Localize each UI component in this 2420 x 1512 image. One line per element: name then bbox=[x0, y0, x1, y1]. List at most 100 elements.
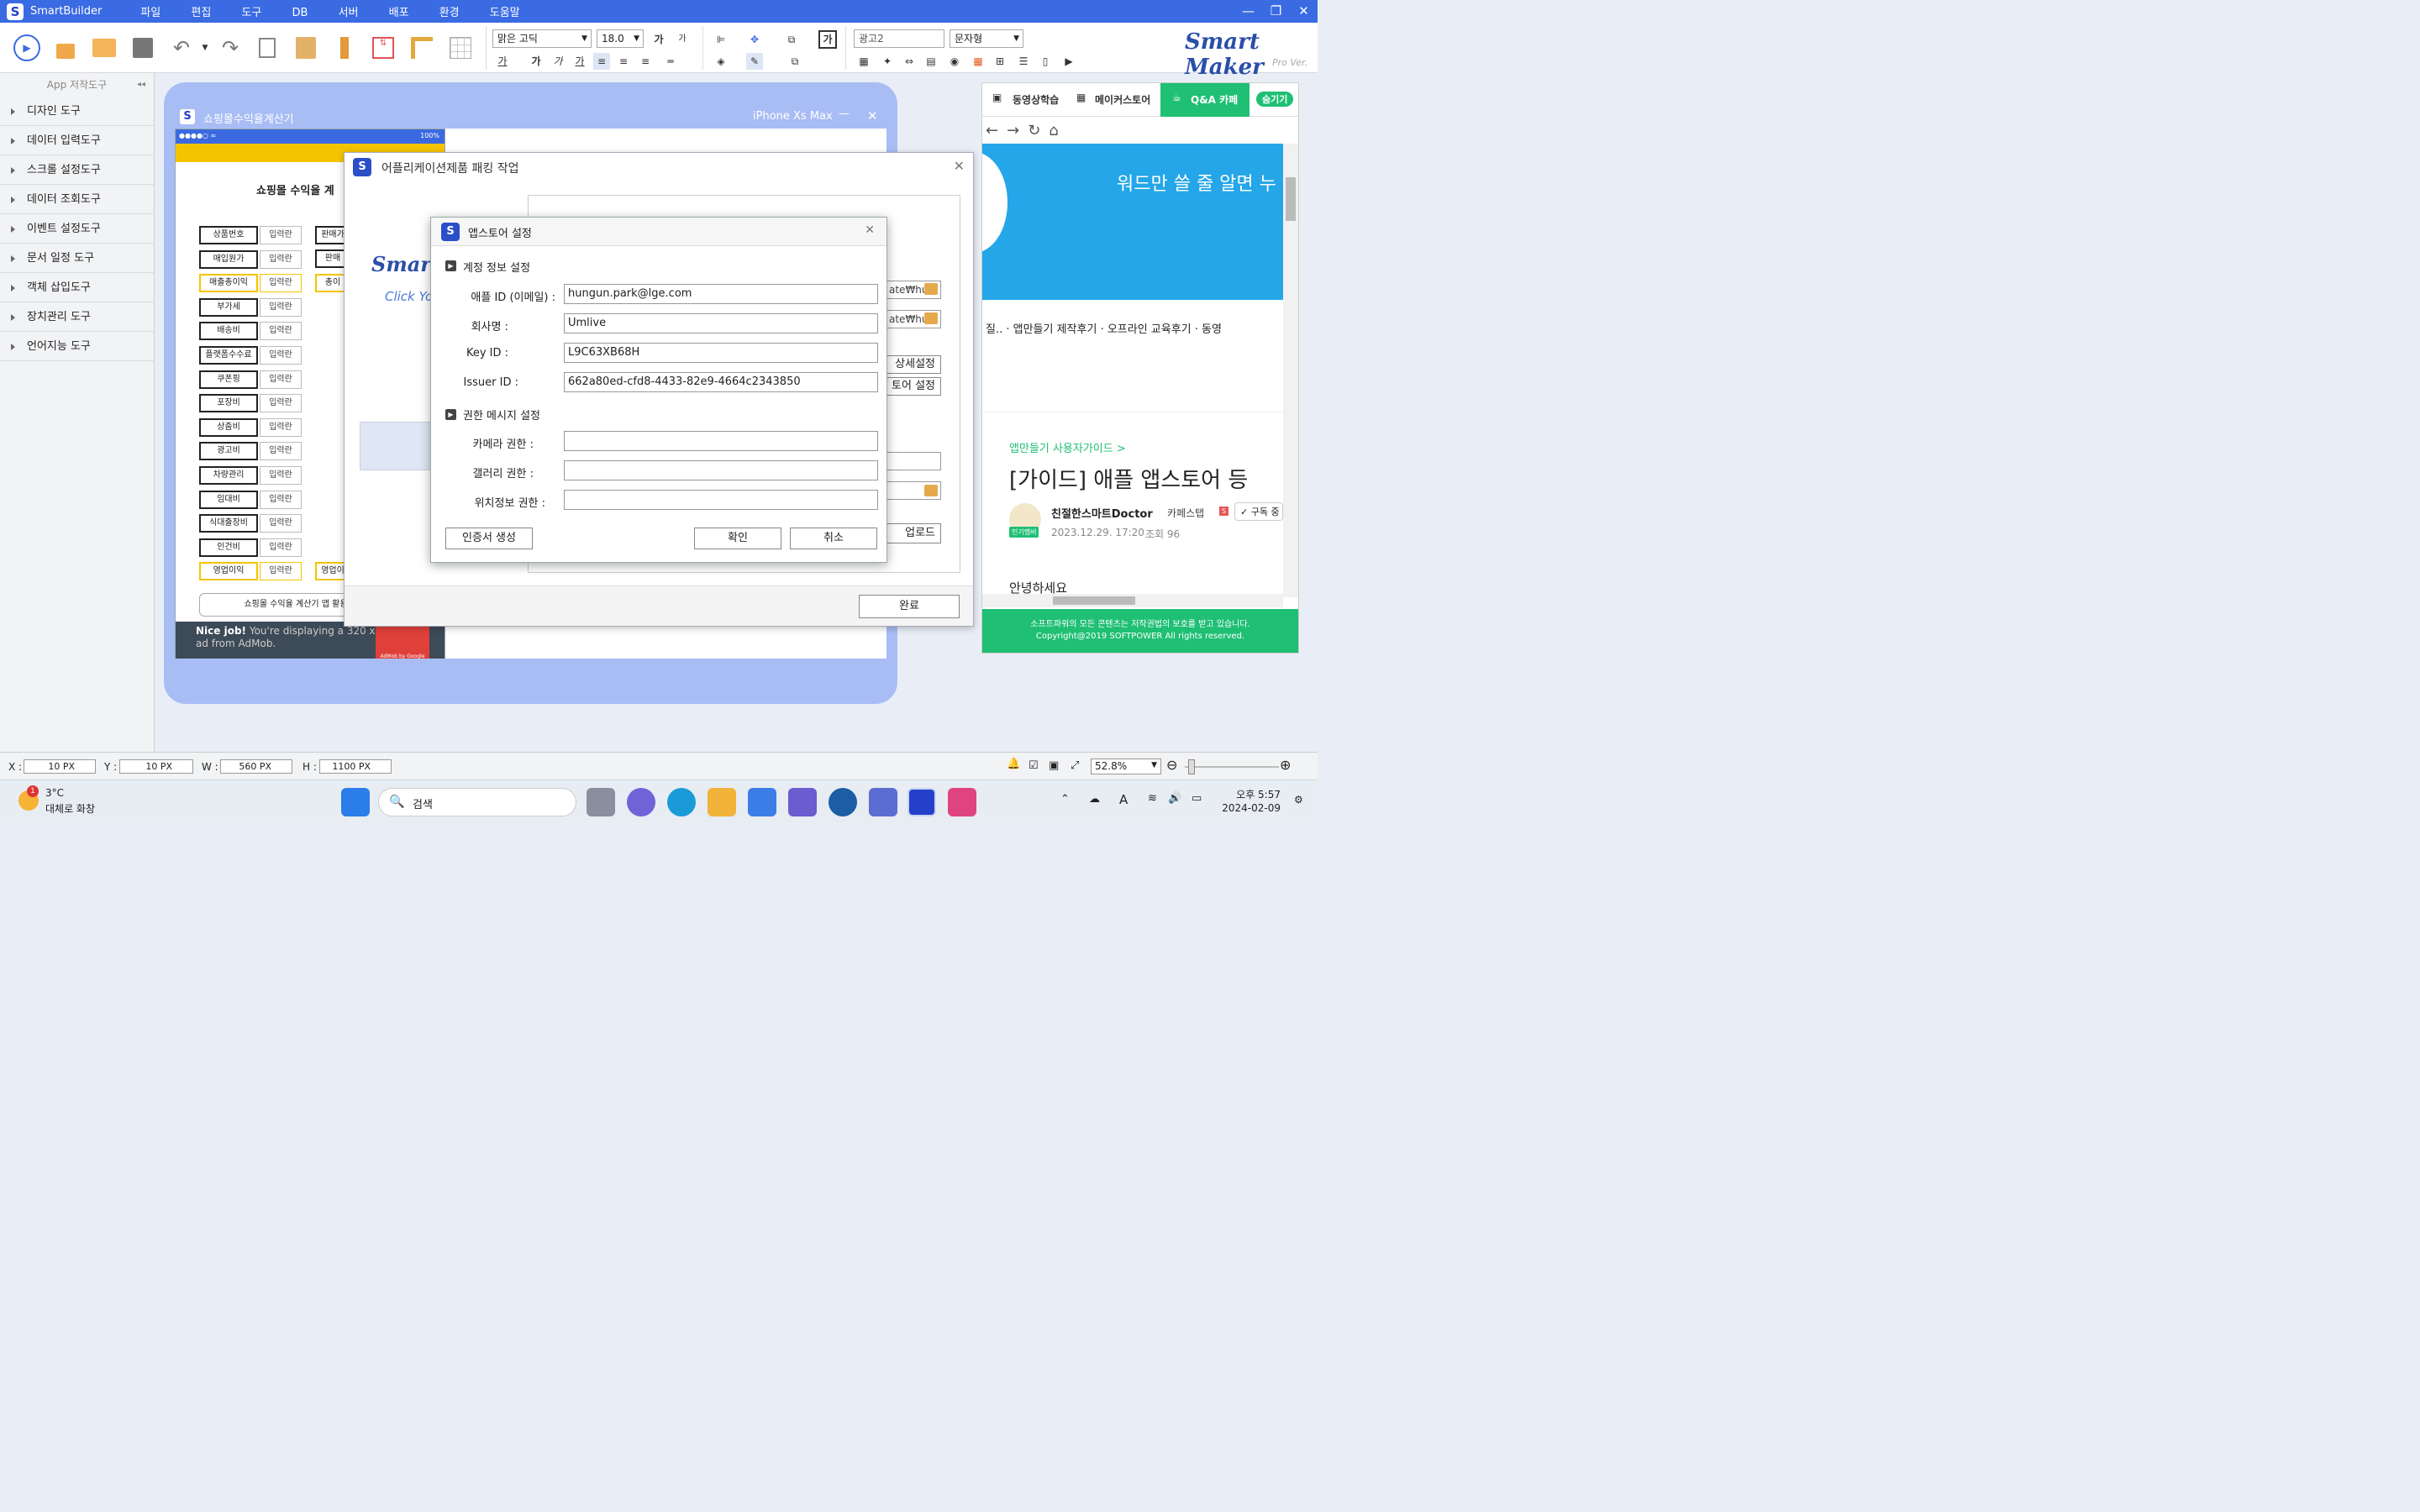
font-family-select[interactable]: 맑은 고딕 ▼ bbox=[492, 29, 592, 48]
phone-row-input[interactable]: 입력란 bbox=[260, 249, 302, 269]
height-input[interactable]: 1100 PX bbox=[319, 759, 392, 774]
phone-row-input[interactable]: 입력란 bbox=[260, 226, 302, 244]
open-folder-icon[interactable] bbox=[91, 34, 118, 61]
sidebar-item-event[interactable]: 이벤트 설정도구 bbox=[0, 214, 154, 244]
sidebar-item-object-insert[interactable]: 객체 삽입도구 bbox=[0, 273, 154, 302]
system-app-icon[interactable] bbox=[869, 788, 897, 816]
object-name-field[interactable]: 광고2 bbox=[854, 29, 944, 48]
text-box-icon[interactable]: 가 bbox=[818, 30, 837, 49]
issuer-id-input[interactable]: 662a80ed-cfd8-4433-82e9-4664c2343850 bbox=[564, 372, 878, 392]
store-settings-button[interactable]: 토어 설정 bbox=[886, 377, 941, 396]
minimize-icon[interactable]: — bbox=[839, 108, 850, 120]
fill-color-icon[interactable]: ◈ bbox=[713, 53, 729, 70]
ime-icon[interactable]: A bbox=[1119, 792, 1128, 807]
bold-icon[interactable]: 가 bbox=[528, 53, 544, 70]
edge-icon[interactable] bbox=[667, 788, 696, 816]
folder-icon[interactable] bbox=[924, 283, 938, 295]
distribute-icon[interactable]: ✥ bbox=[746, 31, 763, 48]
font-size-select[interactable]: 18.0 ▼ bbox=[597, 29, 644, 48]
phone-row-input[interactable]: 입력란 bbox=[260, 538, 302, 557]
create-certificate-button[interactable]: 인증서 생성 bbox=[445, 528, 533, 549]
upload-button[interactable]: 업로드 bbox=[886, 523, 941, 543]
pen-color-icon[interactable]: ✎ bbox=[746, 53, 763, 70]
undo-dropdown-icon[interactable]: ▼ bbox=[197, 39, 213, 56]
format-painter-icon[interactable] bbox=[331, 34, 358, 61]
scrollbar-vertical[interactable] bbox=[1283, 144, 1298, 597]
x-position-input[interactable]: 10 PX bbox=[24, 759, 96, 774]
forward-icon[interactable]: → bbox=[1007, 122, 1028, 139]
hierarchy-icon[interactable]: ⊞ bbox=[992, 53, 1008, 70]
list-icon[interactable]: ☰ bbox=[1015, 53, 1032, 70]
detail-settings-button[interactable]: 상세설정 bbox=[886, 355, 941, 374]
wifi-icon[interactable]: ≋ bbox=[1148, 792, 1157, 805]
folder-icon[interactable] bbox=[924, 312, 938, 324]
close-icon[interactable]: ✕ bbox=[867, 108, 878, 123]
smartbuilder-taskbar-icon[interactable] bbox=[908, 788, 936, 816]
media-app-icon[interactable] bbox=[829, 788, 857, 816]
clock-time[interactable]: 오후 5:57 bbox=[1220, 787, 1281, 801]
clock-date[interactable]: 2024-02-09 bbox=[1215, 802, 1281, 814]
undo-icon[interactable]: ↶ bbox=[168, 34, 195, 61]
phone-row-input[interactable]: 입력란 bbox=[260, 297, 302, 317]
color-palette-icon[interactable]: ▦ bbox=[970, 53, 986, 70]
phone-row-input[interactable]: 입력란 bbox=[260, 346, 302, 365]
store-icon[interactable] bbox=[748, 788, 776, 816]
subscribe-button[interactable]: ✓ 구독 중 bbox=[1234, 502, 1283, 521]
menu-db[interactable]: DB bbox=[292, 7, 308, 19]
fit-page-icon[interactable]: ▣ bbox=[1049, 759, 1059, 772]
cloud-icon[interactable]: ☁ bbox=[1089, 793, 1100, 806]
hide-button[interactable]: 숨기기 bbox=[1256, 92, 1294, 107]
menu-deploy[interactable]: 배포 bbox=[389, 7, 409, 19]
width-input[interactable]: 560 PX bbox=[220, 759, 292, 774]
align-right-icon[interactable]: ≡ bbox=[637, 53, 654, 70]
link-strip[interactable]: 질.. · 앱만들기 제작후기 · 오프라인 교육후기 · 동영 bbox=[986, 320, 1283, 336]
preview-icon[interactable]: ◉ bbox=[946, 53, 963, 70]
path-field-2[interactable]: ate₩hu bbox=[886, 310, 941, 328]
ok-button[interactable]: 확인 bbox=[694, 528, 781, 549]
company-input[interactable]: Umlive bbox=[564, 313, 878, 333]
fit-width-icon[interactable]: ⤢ bbox=[1071, 759, 1079, 772]
scrollbar-thumb[interactable] bbox=[1053, 596, 1135, 605]
menu-settings[interactable]: 환경 bbox=[439, 7, 460, 19]
scrollbar-thumb[interactable] bbox=[1286, 177, 1296, 221]
y-position-input[interactable]: 10 PX bbox=[119, 759, 193, 774]
zoom-slider-thumb[interactable] bbox=[1188, 759, 1195, 774]
category-link[interactable]: 앱만들기 사용자가이드 > bbox=[1009, 439, 1126, 455]
zoom-select[interactable]: 52.8% ▼ bbox=[1091, 759, 1161, 774]
group-icon[interactable]: ⧉ bbox=[783, 31, 800, 48]
task-view-icon[interactable] bbox=[587, 788, 615, 816]
author-name[interactable]: 친절한스마트Doctor bbox=[1051, 505, 1153, 521]
sidebar-item-design[interactable]: 디자인 도구 bbox=[0, 97, 154, 126]
phone-row-input[interactable]: 입력란 bbox=[260, 274, 302, 293]
paste-icon[interactable] bbox=[292, 34, 319, 61]
restore-icon[interactable]: ❐ bbox=[1262, 0, 1290, 23]
table-icon[interactable]: ▤ bbox=[923, 53, 939, 70]
font-color-icon[interactable]: 가 bbox=[494, 53, 511, 70]
phone-row-input[interactable]: 입력란 bbox=[260, 394, 302, 413]
media-icon[interactable]: ▶ bbox=[1060, 53, 1077, 70]
gallery-permission-input[interactable] bbox=[564, 460, 878, 480]
banner-image[interactable]: 워드만 쓸 줄 알면 누 bbox=[982, 144, 1283, 300]
folder-icon[interactable] bbox=[924, 485, 938, 496]
zoom-in-icon[interactable]: ⊕ bbox=[1280, 757, 1291, 773]
sidebar-item-document[interactable]: 문서 일정 도구 bbox=[0, 244, 154, 273]
pink-app-icon[interactable] bbox=[948, 788, 976, 816]
phone-row-input[interactable]: 입력란 bbox=[260, 417, 302, 437]
lock-icon[interactable] bbox=[52, 34, 79, 61]
key-id-input[interactable]: L9C63XB68H bbox=[564, 343, 878, 363]
close-icon[interactable]: ✕ bbox=[1290, 0, 1318, 23]
home-icon[interactable]: ⌂ bbox=[1049, 122, 1066, 139]
align-objects-icon[interactable]: ⊫ bbox=[713, 31, 729, 48]
menu-server[interactable]: 서버 bbox=[339, 7, 359, 19]
save-icon[interactable] bbox=[129, 34, 156, 61]
phone-row-input[interactable]: 입력란 bbox=[260, 562, 302, 581]
phone-row-input[interactable]: 입력란 bbox=[260, 442, 302, 461]
scrollbar-horizontal[interactable] bbox=[982, 594, 1283, 607]
underline-icon[interactable]: 가 bbox=[571, 53, 588, 70]
sidebar-item-language[interactable]: 언어지능 도구 bbox=[0, 332, 154, 361]
sidebar-item-scroll[interactable]: 스크롤 설정도구 bbox=[0, 155, 154, 185]
align-center-icon[interactable]: ≡ bbox=[615, 53, 632, 70]
close-icon[interactable]: ✕ bbox=[865, 223, 875, 237]
align-left-icon[interactable]: ≡ bbox=[593, 53, 610, 70]
file-explorer-icon[interactable] bbox=[708, 788, 736, 816]
